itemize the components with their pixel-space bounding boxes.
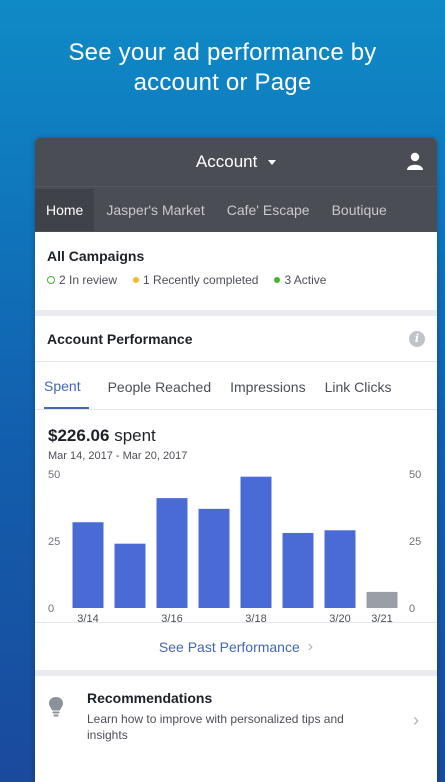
y-tick-left-0: 50 — [48, 469, 60, 481]
bar-3-17[interactable] — [198, 508, 230, 608]
user-icon[interactable] — [407, 152, 423, 170]
tab-jaspers-market[interactable]: Jasper's Market — [106, 189, 204, 231]
spent-value: $226.06 — [48, 426, 110, 445]
y-tick-left-2: 0 — [48, 603, 54, 615]
tab-home[interactable]: Home — [35, 188, 95, 231]
recently-completed-label: 1 Recently completed — [143, 273, 259, 287]
chart-canvas: 50 50 25 25 0 0 3/14 3/16 3/18 3/20 3/21 — [48, 469, 421, 622]
x-tick-label: 3/14 — [77, 613, 98, 622]
promo-headline: See your ad performance by account or Pa… — [0, 38, 445, 98]
tab-cafe-escape[interactable]: Cafe' Escape — [227, 189, 310, 231]
active-label: 3 Active — [284, 273, 327, 287]
x-tick-label: 3/21 — [371, 613, 392, 622]
bar-3-16[interactable] — [156, 498, 188, 608]
y-tick-right-0: 50 — [409, 469, 421, 481]
promo-line-1: See your ad performance by — [68, 39, 377, 66]
metric-tab-impressions[interactable]: Impressions — [230, 364, 305, 408]
bar-3-18[interactable] — [240, 476, 272, 608]
metric-tab-people-reached[interactable]: People Reached — [108, 364, 212, 408]
recommendations-card[interactable]: Recommendations Learn how to improve wit… — [35, 676, 437, 757]
account-title: Account — [195, 152, 258, 171]
date-range: Mar 14, 2017 - Mar 20, 2017 — [48, 450, 188, 462]
lightbulb-icon — [49, 697, 63, 717]
caret-down-icon — [268, 160, 277, 166]
promo-line-2: account or Page — [133, 69, 312, 96]
tab-boutique[interactable]: Boutique — [332, 189, 387, 231]
bar-3-21[interactable] — [366, 591, 398, 608]
spend-bar-chart: 50 50 25 25 0 0 3/14 3/16 3/18 3/20 3/21 — [35, 462, 437, 622]
bar-3-19[interactable] — [282, 532, 314, 608]
metric-tab-spent[interactable]: Spent — [44, 363, 89, 409]
spent-amount: $226.06 spent — [48, 426, 424, 446]
account-tabs: Home Jasper's Market Cafe' Escape Boutiq… — [35, 186, 437, 232]
bar-3-20[interactable] — [324, 530, 356, 608]
campaigns-title: All Campaigns — [47, 248, 145, 264]
x-tick-label: 3/18 — [245, 613, 266, 622]
stat-in-review: 2 In review — [47, 273, 117, 287]
recommendations-text: Recommendations Learn how to improve wit… — [87, 690, 377, 743]
performance-header: Account Performance i — [35, 316, 437, 362]
bar-3-14[interactable] — [72, 522, 104, 608]
recommendations-title: Recommendations — [87, 690, 213, 706]
spent-suffix: spent — [114, 426, 156, 445]
y-tick-left-1: 25 — [48, 536, 60, 548]
account-selector[interactable]: Account — [195, 152, 277, 172]
in-review-label: 2 In review — [59, 273, 118, 287]
app-screen: Account Home Jasper's Market Cafe' Escap… — [35, 138, 437, 782]
performance-title: Account Performance — [47, 330, 193, 347]
past-performance-label: See Past Performance — [158, 638, 300, 655]
campaign-stats: 2 In review 1 Recently completed 3 Activ… — [47, 273, 425, 287]
x-tick-label: 3/20 — [329, 613, 350, 622]
active-dot-icon — [274, 277, 281, 283]
y-tick-right-1: 25 — [409, 536, 421, 548]
recommendations-description: Learn how to improve with personalized t… — [87, 712, 344, 742]
stat-recently-completed: 1 Recently completed — [133, 273, 258, 287]
chevron-right-icon: › — [307, 637, 314, 655]
stat-active: 3 Active — [274, 273, 326, 287]
y-tick-right-2: 0 — [409, 603, 415, 615]
all-campaigns-card[interactable]: All Campaigns 2 In review 1 Recently com… — [35, 232, 437, 310]
bar-3-15[interactable] — [114, 543, 146, 608]
completed-dot-icon — [133, 277, 140, 283]
in-review-dot-icon — [47, 276, 55, 284]
spent-summary: $226.06 spent Mar 14, 2017 - Mar 20, 201… — [35, 410, 437, 462]
top-bar: Account — [35, 138, 437, 186]
metric-tabs: Spent People Reached Impressions Link Cl… — [35, 362, 437, 410]
metric-tab-link-clicks[interactable]: Link Clicks — [325, 364, 392, 408]
chevron-right-icon: › — [413, 710, 419, 730]
info-icon[interactable]: i — [409, 330, 425, 347]
x-tick-label: 3/16 — [161, 613, 182, 622]
see-past-performance-link[interactable]: See Past Performance › — [35, 622, 437, 670]
